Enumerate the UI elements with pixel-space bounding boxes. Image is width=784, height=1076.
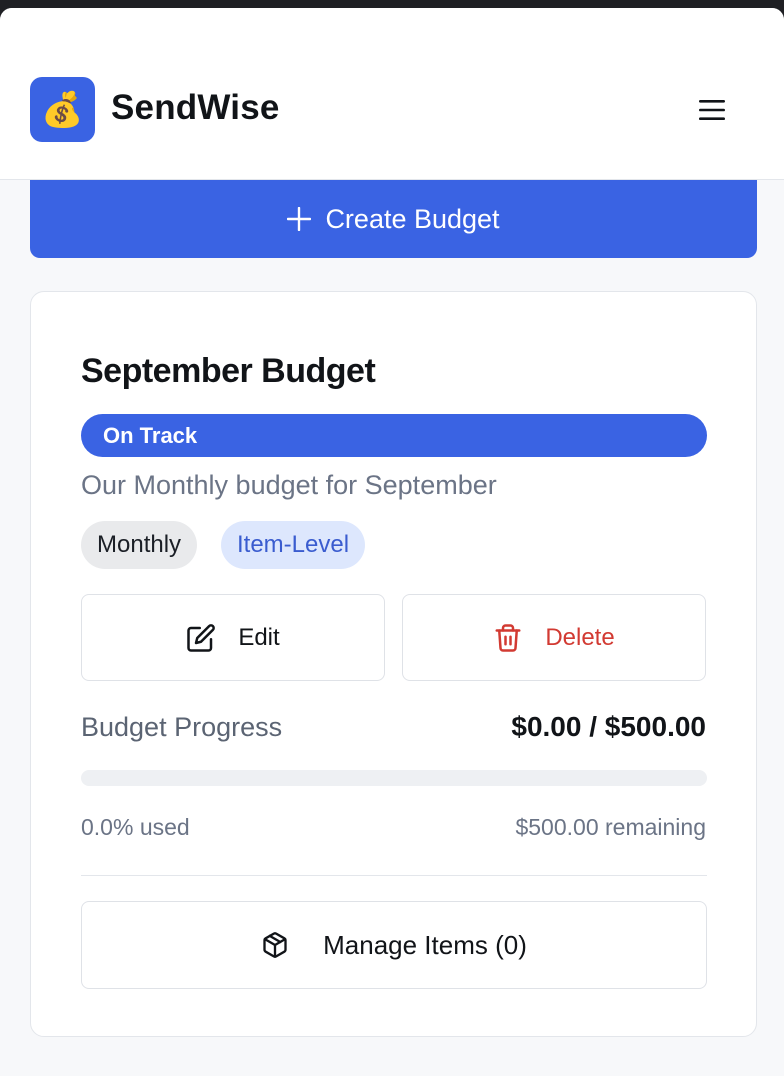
budget-title: September Budget: [81, 352, 376, 390]
divider: [81, 875, 707, 876]
edit-icon: [186, 623, 216, 653]
progress-value: $0.00 / $500.00: [511, 711, 706, 742]
used-percentage: 0.0% used: [81, 814, 190, 840]
status-badge: On Track: [81, 414, 707, 457]
manage-items-label: Manage Items (0): [323, 929, 527, 960]
edit-label: Edit: [238, 623, 280, 651]
app-header: 💰 SendWise: [0, 8, 784, 180]
delete-button[interactable]: Delete: [402, 594, 706, 681]
brand-name: SendWise: [111, 88, 280, 127]
money-bag-icon: 💰: [30, 77, 95, 142]
budget-card: September Budget On Track Our Monthly bu…: [30, 291, 757, 1037]
remaining-amount: $500.00 remaining: [515, 814, 706, 840]
app-window: 💰 SendWise Create Budget September Budge…: [0, 8, 784, 1076]
trash-icon: [493, 623, 523, 653]
delete-label: Delete: [545, 623, 615, 651]
manage-items-button[interactable]: Manage Items (0): [81, 901, 707, 989]
logo-glyph: 💰: [41, 90, 84, 129]
create-budget-button[interactable]: Create Budget: [30, 180, 757, 258]
hamburger-menu-icon[interactable]: [692, 94, 732, 126]
edit-button[interactable]: Edit: [81, 594, 385, 681]
progress-bar: [81, 770, 707, 786]
budget-description: Our Monthly budget for September: [81, 470, 497, 500]
package-icon: [261, 931, 289, 959]
progress-label: Budget Progress: [81, 712, 283, 742]
tag-monthly: Monthly: [81, 521, 198, 569]
plus-icon: [287, 207, 312, 231]
tag-item-level: Item-Level: [221, 521, 366, 569]
create-budget-label: Create Budget: [325, 203, 500, 234]
